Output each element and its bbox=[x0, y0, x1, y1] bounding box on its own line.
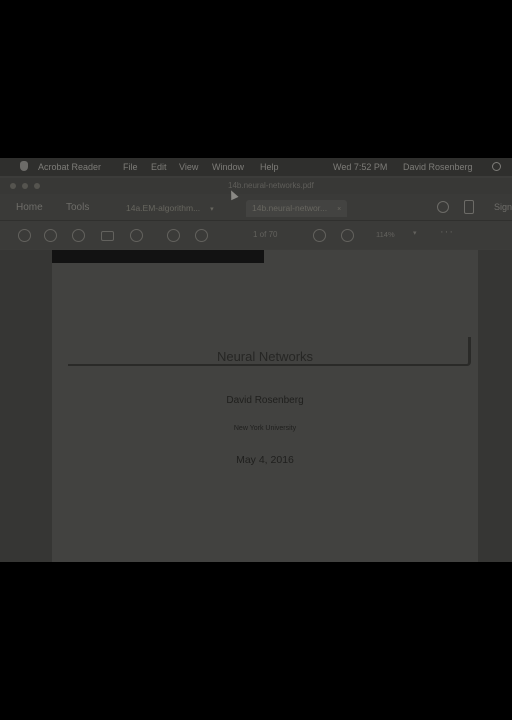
menu-app-name[interactable]: Acrobat Reader bbox=[38, 162, 101, 172]
document-tab-label: 14b.neural-networ... bbox=[252, 203, 328, 213]
document-toolbar: 1 of 70 114% ▾ ··· bbox=[0, 221, 512, 249]
chevron-down-icon[interactable]: ▾ bbox=[210, 206, 214, 213]
menubar-user[interactable]: David Rosenberg bbox=[403, 162, 473, 172]
previous-page-icon[interactable] bbox=[167, 229, 180, 242]
next-page-icon[interactable] bbox=[195, 229, 208, 242]
bookmark-icon[interactable] bbox=[18, 229, 31, 242]
minimize-window-icon[interactable] bbox=[22, 183, 28, 189]
document-tab-em-algorithm[interactable]: 14a.EM-algorithm... ▾ bbox=[126, 200, 214, 217]
menu-view[interactable]: View bbox=[179, 162, 198, 172]
pdf-page: Neural Networks David Rosenberg New York… bbox=[52, 250, 478, 562]
apple-menu-icon[interactable] bbox=[20, 161, 28, 171]
document-author: David Rosenberg bbox=[226, 395, 304, 406]
menubar-clock[interactable]: Wed 7:52 PM bbox=[333, 162, 387, 172]
help-icon[interactable] bbox=[437, 201, 449, 213]
tab-bar: Home Tools 14a.EM-algorithm... ▾ 14b.neur… bbox=[0, 194, 512, 221]
document-date: May 4, 2016 bbox=[236, 454, 294, 466]
menu-edit[interactable]: Edit bbox=[151, 162, 167, 172]
email-icon[interactable] bbox=[101, 231, 114, 241]
document-tab-neural-networks[interactable]: 14b.neural-networ... × bbox=[246, 200, 348, 217]
menu-file[interactable]: File bbox=[123, 162, 138, 172]
page-number-field[interactable]: 1 of 70 bbox=[253, 230, 277, 239]
screen-recording-frame: Acrobat Reader File Edit View Window Hel… bbox=[0, 158, 512, 562]
right-panel bbox=[478, 250, 512, 562]
tab-home[interactable]: Home bbox=[16, 202, 43, 213]
left-panel bbox=[0, 250, 52, 562]
macos-menu-bar: Acrobat Reader File Edit View Window Hel… bbox=[0, 158, 512, 176]
mobile-link-icon[interactable] bbox=[464, 200, 474, 214]
upload-icon[interactable] bbox=[44, 229, 57, 242]
spotlight-search-icon[interactable] bbox=[492, 162, 501, 171]
tab-tools[interactable]: Tools bbox=[66, 202, 89, 213]
zoom-level-field[interactable]: 114% bbox=[376, 230, 395, 239]
document-tab-label: 14a.EM-algorithm... bbox=[126, 203, 201, 213]
close-window-icon[interactable] bbox=[10, 183, 16, 189]
menu-help[interactable]: Help bbox=[260, 162, 279, 172]
more-tools-button[interactable]: ··· bbox=[440, 226, 454, 238]
print-icon[interactable] bbox=[72, 229, 85, 242]
sign-in-link[interactable]: Sign bbox=[494, 202, 512, 212]
close-tab-icon[interactable]: × bbox=[337, 206, 341, 213]
search-icon[interactable] bbox=[130, 229, 143, 242]
hand-tool-icon[interactable] bbox=[341, 229, 354, 242]
document-title: Neural Networks bbox=[216, 349, 314, 364]
header-bar bbox=[52, 250, 264, 263]
window-title-bar: 14b.neural-networks.pdf bbox=[0, 178, 512, 194]
document-institution: New York University bbox=[233, 425, 297, 432]
menu-window[interactable]: Window bbox=[212, 162, 244, 172]
window-title: 14b.neural-networks.pdf bbox=[228, 181, 314, 190]
select-cursor-icon[interactable] bbox=[313, 229, 326, 242]
chevron-down-icon[interactable]: ▾ bbox=[413, 229, 417, 237]
zoom-window-icon[interactable] bbox=[34, 183, 40, 189]
